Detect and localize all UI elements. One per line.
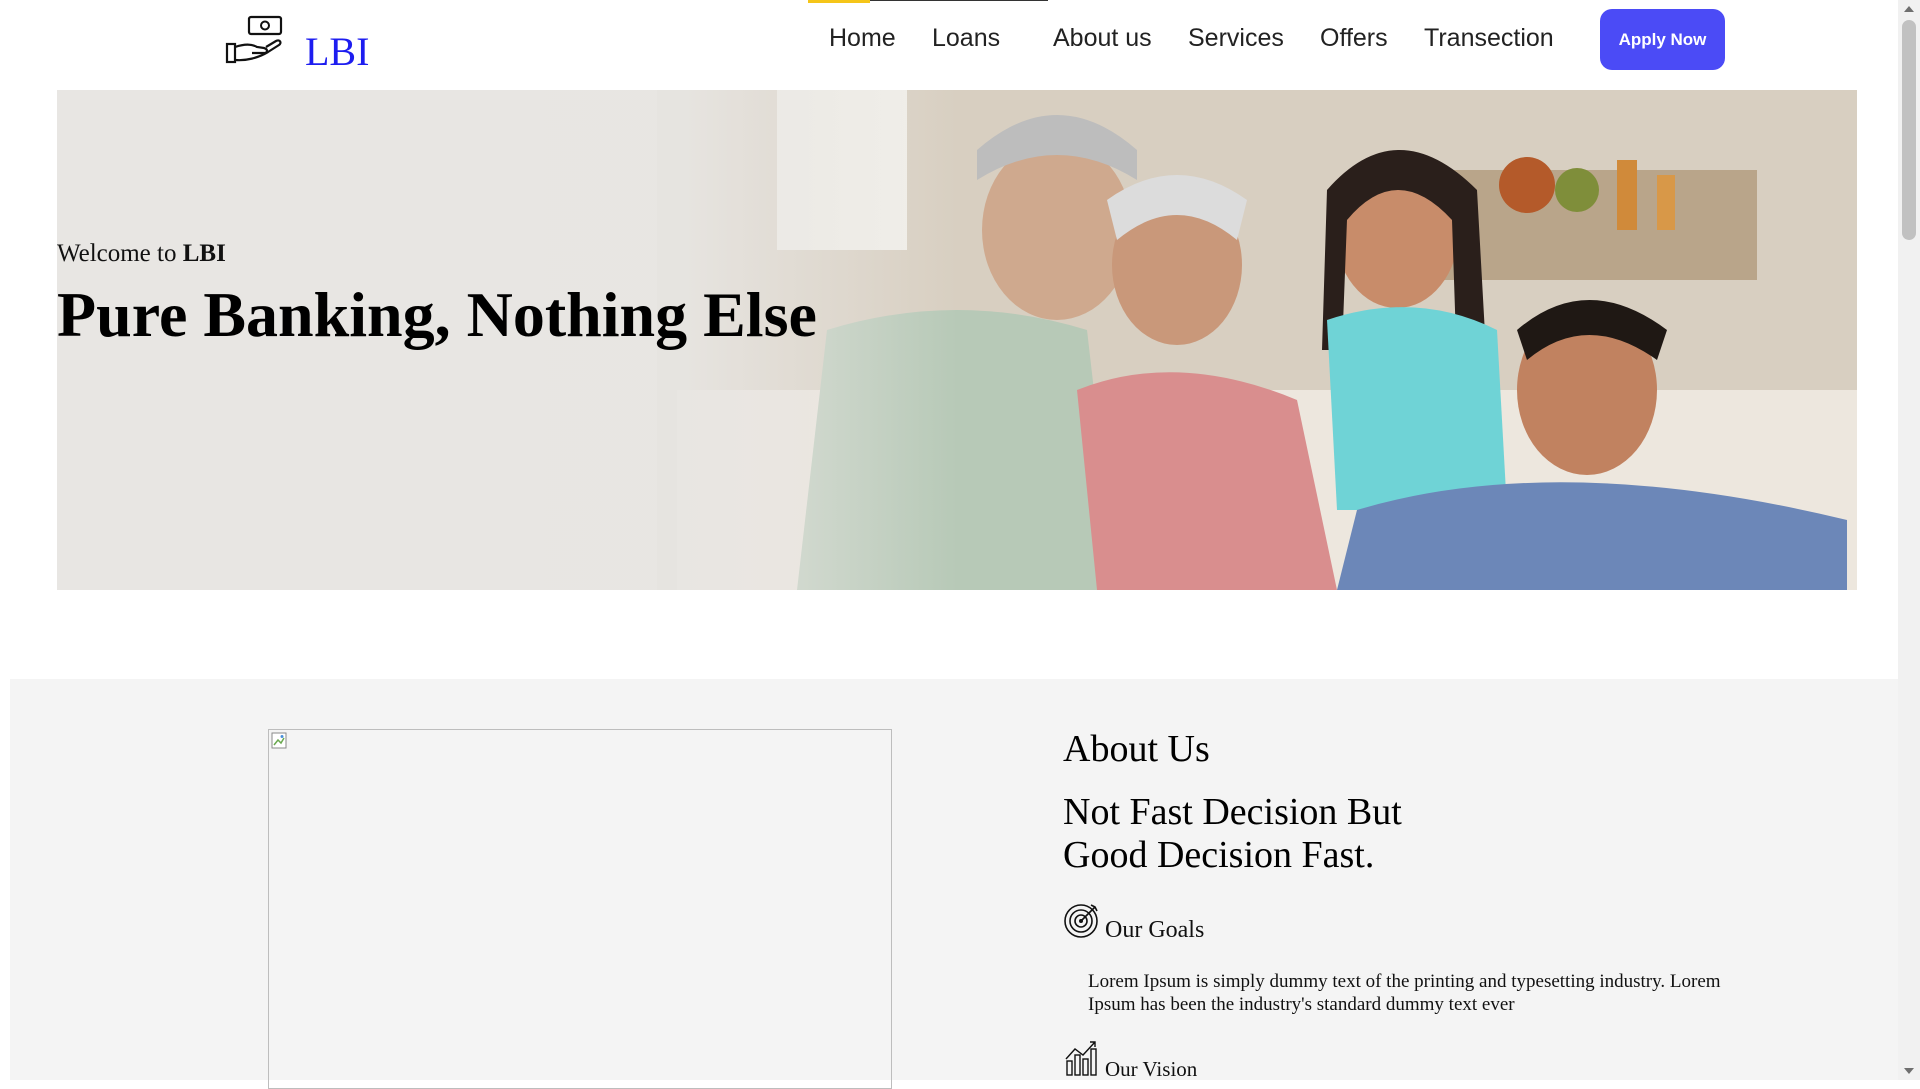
nav-active-indicator — [808, 0, 870, 3]
hero-title: Pure Banking, Nothing Else — [57, 279, 817, 350]
chart-growth-icon — [1065, 1041, 1097, 1076]
scroll-down-arrow-icon[interactable] — [1904, 1068, 1914, 1074]
nav-loans[interactable]: Loans — [932, 24, 1000, 53]
nav-home[interactable]: Home — [829, 24, 896, 53]
nav-offers[interactable]: Offers — [1320, 24, 1388, 53]
goals-title: Our Goals — [1105, 917, 1205, 943]
hero-welcome: Welcome to LBI — [57, 240, 226, 268]
hero-banner: Welcome to LBI Pure Banking, Nothing Els… — [57, 90, 1857, 590]
hand-money-icon[interactable] — [224, 14, 284, 66]
goals-text: Lorem Ipsum is simply dummy text of the … — [1088, 971, 1721, 1015]
brand-name[interactable]: LBI — [305, 28, 369, 75]
about-heading: Not Fast Decision But Good Decision Fast… — [1063, 791, 1402, 877]
apply-now-button[interactable]: Apply Now — [1600, 9, 1725, 70]
site-header: LBI Home Loans About us Services Offers … — [0, 0, 1898, 90]
vision-title: Our Vision — [1105, 1057, 1198, 1081]
about-heading-line1: Not Fast Decision But — [1063, 791, 1402, 833]
about-section: About Us Not Fast Decision But Good Deci… — [10, 679, 1898, 1089]
nav-divider — [870, 0, 1048, 1]
nav-services[interactable]: Services — [1188, 24, 1284, 53]
about-label: About Us — [1063, 728, 1210, 770]
about-image — [268, 729, 892, 1089]
about-heading-line2: Good Decision Fast. — [1063, 834, 1375, 876]
welcome-text: Welcome to — [57, 240, 183, 267]
broken-image-icon — [271, 732, 287, 749]
nav-about-us[interactable]: About us — [1053, 24, 1152, 53]
scroll-up-arrow-icon[interactable] — [1904, 6, 1914, 12]
nav-transection[interactable]: Transection — [1424, 24, 1554, 53]
welcome-brand: LBI — [182, 240, 226, 267]
page-scrollbar[interactable] — [1898, 0, 1920, 1080]
target-icon — [1064, 904, 1098, 938]
scroll-thumb[interactable] — [1902, 20, 1916, 240]
